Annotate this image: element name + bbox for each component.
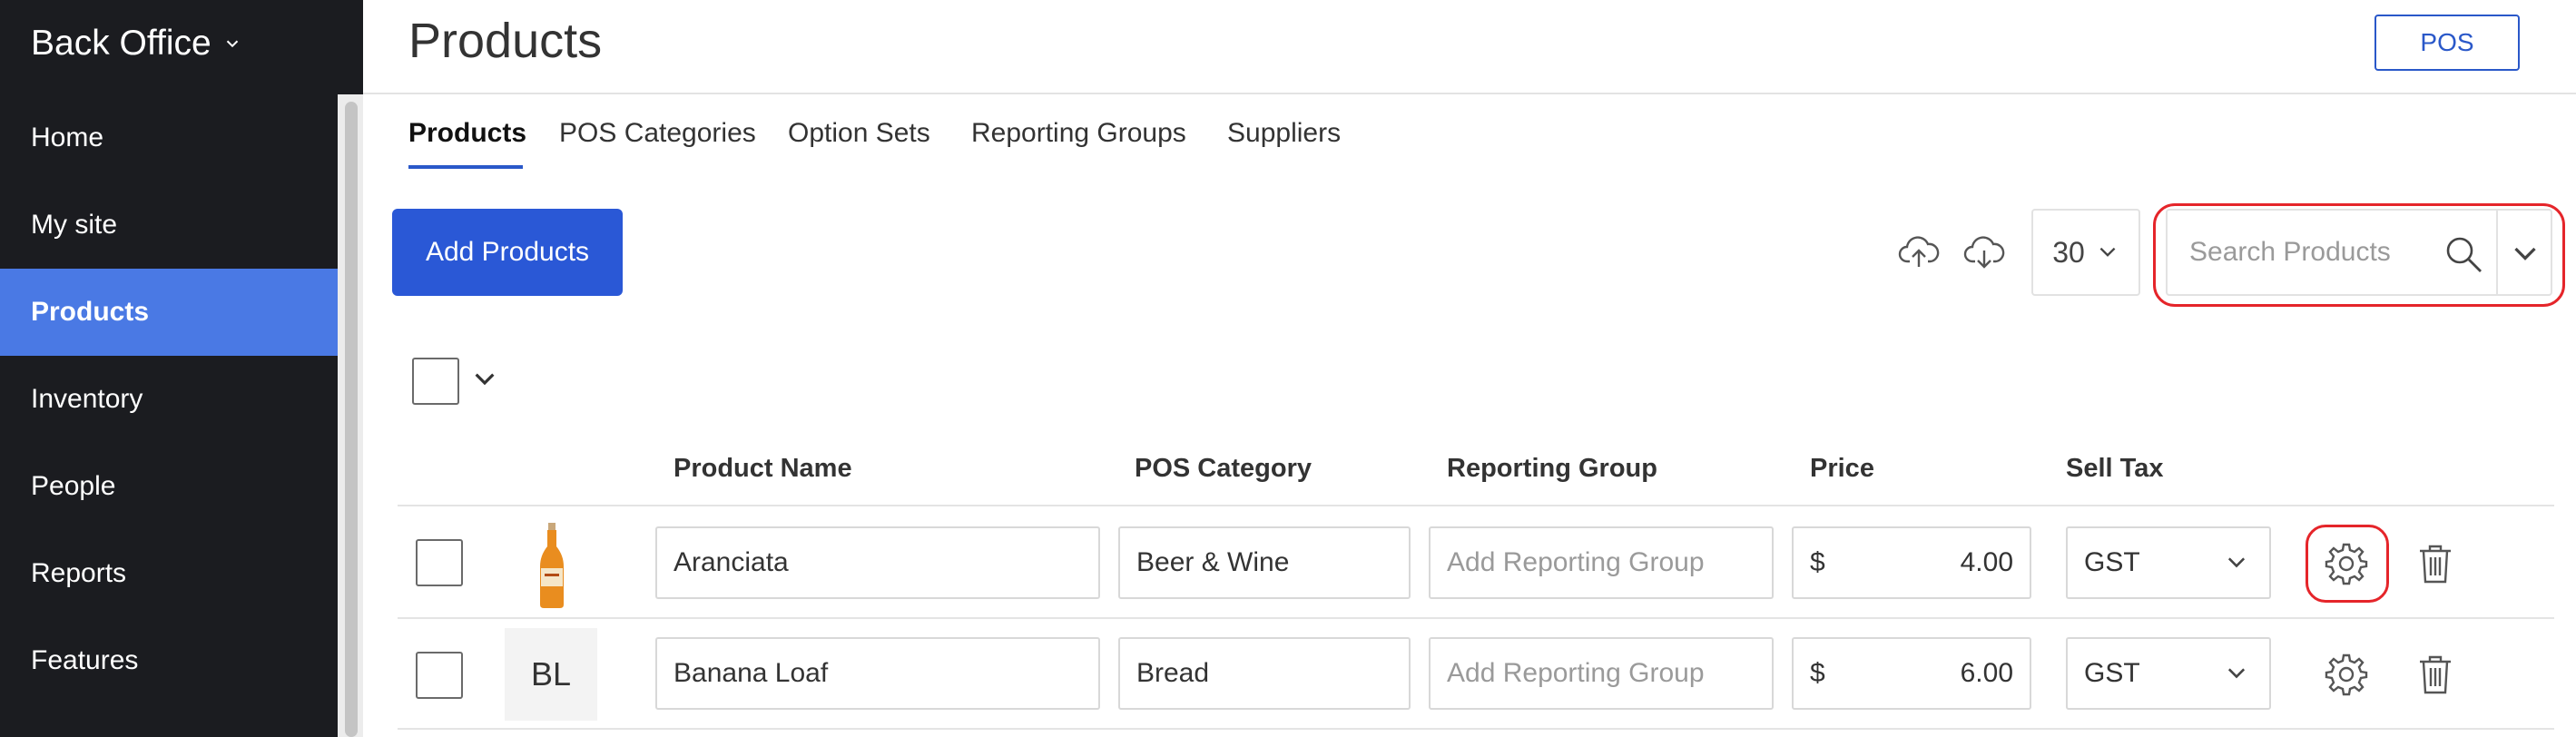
table-header-divider	[398, 505, 2554, 506]
cloud-download-icon	[1963, 236, 2005, 269]
download-button[interactable]	[1961, 229, 2008, 276]
row-divider	[398, 728, 2554, 730]
row-checkbox[interactable]	[416, 539, 463, 586]
search-input[interactable]	[2188, 236, 2436, 269]
sidebar-item-inventory[interactable]: Inventory	[0, 356, 338, 443]
header-divider	[363, 93, 2576, 94]
trash-icon[interactable]	[2413, 652, 2458, 697]
chevron-down-icon	[2099, 247, 2116, 257]
column-header-sell-tax: Sell Tax	[2066, 454, 2164, 483]
page-size-select[interactable]: 30	[2031, 209, 2140, 296]
column-header-price: Price	[1810, 454, 1874, 483]
pos-category-input[interactable]: Beer & Wine	[1118, 526, 1411, 599]
price-input[interactable]: $ 4.00	[1792, 526, 2031, 599]
chevron-down-icon[interactable]	[2509, 238, 2542, 270]
row-checkbox[interactable]	[416, 652, 463, 699]
sidebar-item-people[interactable]: People	[0, 443, 338, 530]
gear-icon[interactable]	[2324, 652, 2369, 697]
product-image	[540, 523, 564, 608]
currency-symbol: $	[1810, 547, 1825, 577]
add-products-button[interactable]: Add Products	[392, 209, 623, 296]
currency-symbol: $	[1810, 658, 1825, 688]
tab-pos-categories[interactable]: POS Categories	[559, 118, 756, 167]
sidebar-item-features[interactable]: Features	[0, 617, 338, 704]
active-tab-indicator	[408, 165, 523, 169]
product-name-input[interactable]: Aranciata	[655, 526, 1100, 599]
sell-tax-select[interactable]: GST	[2066, 637, 2271, 710]
chevron-down-icon	[2227, 557, 2246, 568]
select-all-checkbox[interactable]	[412, 358, 459, 405]
sell-tax-select[interactable]: GST	[2066, 526, 2271, 599]
column-header-pos-category: POS Category	[1135, 454, 1312, 483]
page-title: Products	[408, 14, 603, 68]
sell-tax-value: GST	[2084, 658, 2140, 688]
brand-menu[interactable]: Back Office	[31, 16, 242, 71]
reporting-group-input[interactable]: Add Reporting Group	[1429, 637, 1774, 710]
price-value: 6.00	[1960, 658, 2013, 688]
trash-icon[interactable]	[2413, 541, 2458, 586]
sidebar-item-home[interactable]: Home	[0, 94, 338, 182]
sell-tax-value: GST	[2084, 547, 2140, 577]
tab-products[interactable]: Products	[408, 118, 526, 167]
search-icon[interactable]	[2442, 232, 2485, 276]
upload-button[interactable]	[1895, 229, 1942, 276]
price-input[interactable]: $ 6.00	[1792, 637, 2031, 710]
cloud-upload-icon	[1898, 236, 1940, 267]
column-header-product-name: Product Name	[673, 454, 852, 483]
brand-label: Back Office	[31, 24, 211, 63]
gear-icon[interactable]	[2324, 541, 2369, 586]
search-divider	[2496, 211, 2498, 294]
product-name-input[interactable]: Banana Loaf	[655, 637, 1100, 710]
reporting-group-input[interactable]: Add Reporting Group	[1429, 526, 1774, 599]
sidebar-item-my-site[interactable]: My site	[0, 182, 338, 269]
tab-suppliers[interactable]: Suppliers	[1227, 118, 1341, 167]
price-value: 4.00	[1960, 547, 2013, 577]
page-size-value: 30	[2052, 235, 2085, 269]
search-field[interactable]	[2166, 209, 2552, 296]
product-initials-thumbnail: BL	[505, 628, 597, 721]
chevron-down-icon[interactable]	[470, 365, 499, 394]
tab-reporting-groups[interactable]: Reporting Groups	[971, 118, 1186, 167]
pos-category-input[interactable]: Bread	[1118, 637, 1411, 710]
pos-button[interactable]: POS	[2374, 15, 2520, 71]
tab-option-sets[interactable]: Option Sets	[788, 118, 930, 167]
chevron-down-icon	[2227, 668, 2246, 679]
row-divider	[398, 617, 2554, 619]
sidebar-item-products[interactable]: Products	[0, 269, 338, 356]
chevron-down-icon	[226, 40, 238, 48]
scrollbar-thumb[interactable]	[345, 102, 358, 737]
sidebar: Back Office Home My site Products Invent…	[0, 0, 363, 737]
column-header-reporting-group: Reporting Group	[1447, 454, 1657, 483]
sidebar-item-reports[interactable]: Reports	[0, 530, 338, 617]
